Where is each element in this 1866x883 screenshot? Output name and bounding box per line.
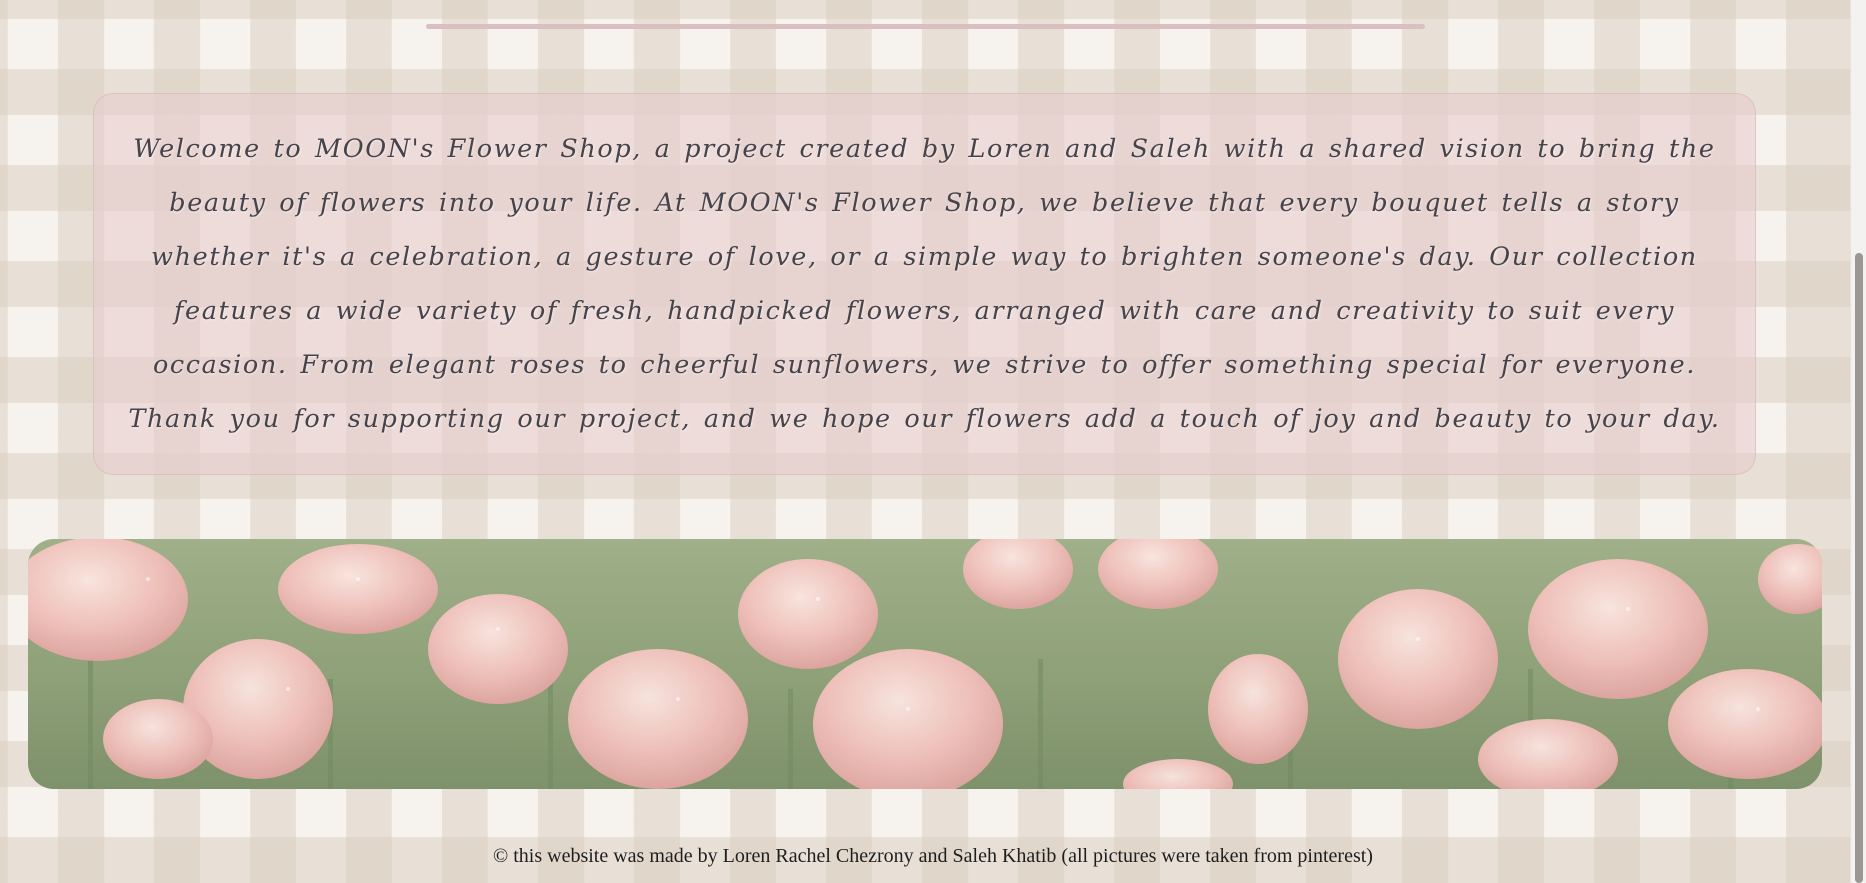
top-divider — [426, 24, 1425, 29]
tulip-banner-image — [28, 539, 1822, 789]
footer-copyright: © this website was made by Loren Rachel … — [493, 845, 1373, 867]
page-scrollbar-thumb[interactable] — [1855, 253, 1863, 883]
about-card: Welcome to MOON's Flower Shop, a project… — [93, 93, 1756, 475]
page-scrollbar-track[interactable] — [1850, 0, 1866, 883]
about-text: Welcome to MOON's Flower Shop, a project… — [128, 134, 1721, 434]
